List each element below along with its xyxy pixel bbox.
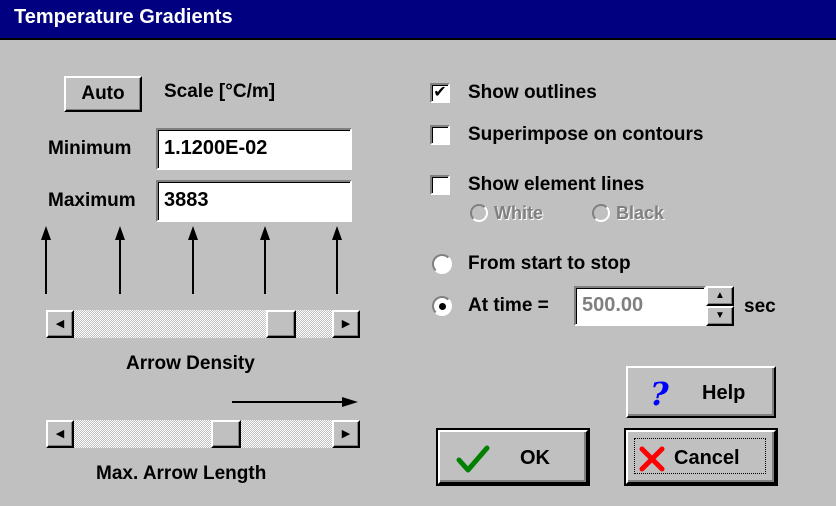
right-triangle-icon: ▶ [341, 318, 351, 330]
ok-label: OK [520, 447, 550, 469]
from-start-radio[interactable] [432, 254, 452, 274]
maximum-input[interactable]: 3883 [156, 180, 352, 222]
dialog-window: Temperature Gradients Auto Scale [°C/m] … [0, 0, 836, 506]
cancel-label: Cancel [674, 447, 740, 469]
scroll-thumb[interactable] [266, 310, 296, 338]
show-outlines-label: Show outlines [468, 82, 597, 103]
show-outlines-checkbox[interactable]: ✔ [430, 83, 450, 103]
superimpose-checkbox[interactable] [430, 125, 450, 145]
at-time-radio[interactable] [432, 296, 452, 316]
minimum-label: Minimum [48, 138, 132, 159]
arrow-density-label: Arrow Density [126, 353, 255, 374]
time-input[interactable]: 500.00 [574, 286, 706, 326]
element-lines-checkbox[interactable] [430, 175, 450, 195]
superimpose-label: Superimpose on contours [468, 124, 704, 145]
scroll-left-button[interactable]: ◀ [46, 310, 74, 338]
scroll-right-button[interactable]: ▶ [332, 420, 360, 448]
at-time-label: At time = [468, 295, 549, 316]
max-arrow-length-label: Max. Arrow Length [96, 463, 267, 484]
down-triangle-icon: ▼ [715, 310, 725, 321]
white-radio[interactable] [470, 204, 488, 222]
scroll-left-button[interactable]: ◀ [46, 420, 74, 448]
ok-button[interactable]: OK [436, 428, 590, 486]
max-arrow-length-scrollbar[interactable]: ◀ ▶ [46, 420, 360, 448]
spin-up-button[interactable]: ▲ [706, 286, 734, 306]
scroll-thumb[interactable] [211, 420, 241, 448]
left-triangle-icon: ◀ [55, 428, 65, 440]
up-arrow-icon [332, 226, 342, 294]
title-bar: Temperature Gradients [0, 0, 836, 40]
spin-down-button[interactable]: ▼ [706, 306, 734, 326]
black-label: Black [616, 203, 665, 223]
from-start-label: From start to stop [468, 253, 631, 274]
time-unit: sec [744, 296, 776, 317]
maximum-label: Maximum [48, 190, 136, 211]
arrow-density-illustration [41, 226, 342, 294]
x-mark-icon [639, 446, 665, 472]
help-label: Help [702, 382, 746, 404]
black-radio[interactable] [592, 204, 610, 222]
up-arrow-icon [188, 226, 198, 294]
help-button[interactable]: ? Help [626, 366, 776, 418]
scale-title: Scale [°C/m] [164, 81, 276, 102]
up-triangle-icon: ▲ [715, 290, 725, 301]
left-triangle-icon: ◀ [55, 318, 65, 330]
window-title: Temperature Gradients [14, 6, 233, 28]
up-arrow-icon [115, 226, 125, 294]
question-mark-icon: ? [650, 375, 669, 413]
check-mark-icon: ✔ [433, 84, 447, 101]
up-arrow-icon [260, 226, 270, 294]
white-label: White [494, 203, 543, 223]
time-spinner[interactable]: ▲ ▼ [706, 286, 734, 326]
cancel-button[interactable]: Cancel [624, 428, 778, 486]
right-arrow-icon [232, 397, 358, 407]
right-triangle-icon: ▶ [341, 428, 351, 440]
scroll-right-button[interactable]: ▶ [332, 310, 360, 338]
up-arrow-icon [41, 226, 51, 294]
element-lines-label: Show element lines [468, 174, 645, 195]
auto-button[interactable]: Auto [64, 76, 142, 112]
minimum-input[interactable]: 1.1200E-02 [156, 128, 352, 170]
check-mark-icon [456, 445, 490, 473]
radio-selected-dot [438, 302, 446, 310]
arrow-density-scrollbar[interactable]: ◀ ▶ [46, 310, 360, 338]
